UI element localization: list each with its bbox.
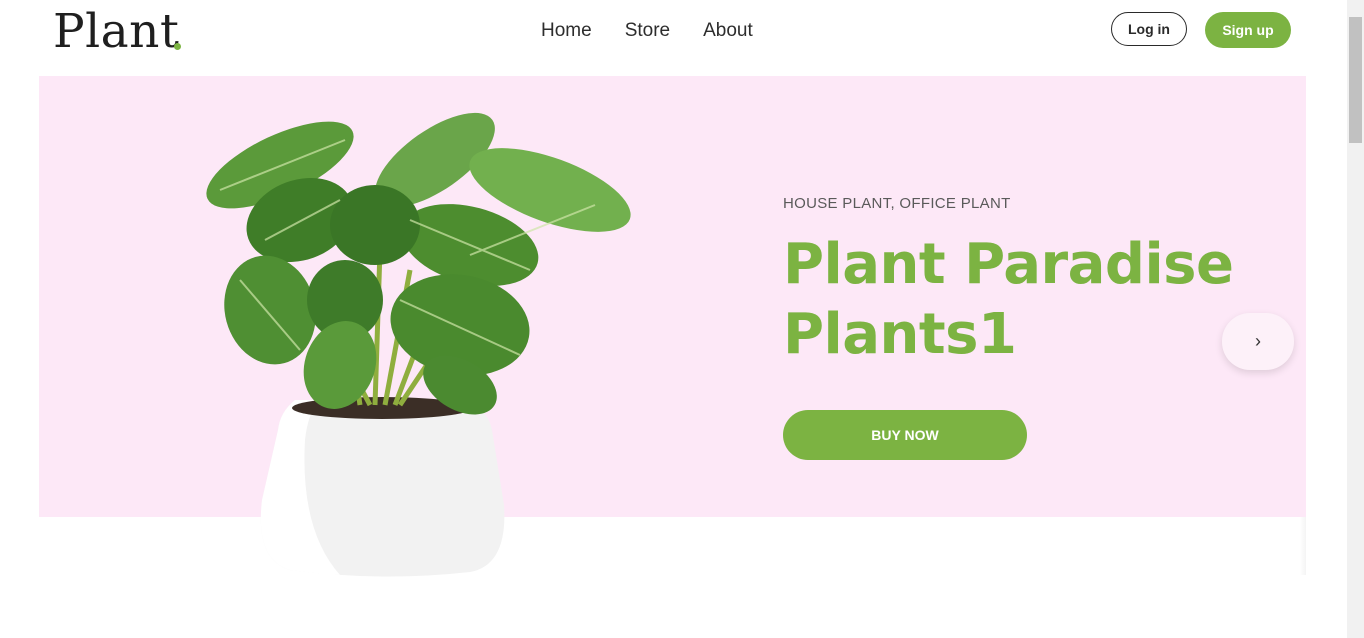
- plant-image: [206, 112, 631, 577]
- hero-subtitle: HOUSE PLANT, OFFICE PLANT: [783, 195, 1011, 212]
- nav-store[interactable]: Store: [625, 18, 670, 44]
- scrollbar-thumb[interactable]: [1349, 17, 1362, 143]
- nav-about[interactable]: About: [703, 18, 753, 44]
- carousel-next-button[interactable]: ›: [1222, 313, 1294, 370]
- nav-home[interactable]: Home: [541, 18, 592, 44]
- vertical-scrollbar[interactable]: [1347, 0, 1364, 638]
- hero-title: Plant Paradise Plants1: [783, 232, 1234, 367]
- signup-button[interactable]: Sign up: [1205, 12, 1291, 48]
- logo-dot: [174, 43, 181, 50]
- site-logo[interactable]: Plant: [53, 4, 179, 60]
- hero-shadow: [1300, 517, 1306, 575]
- buy-now-button[interactable]: BUY NOW: [783, 410, 1027, 460]
- chevron-right-icon: ›: [1255, 331, 1261, 351]
- main-nav: Home Store About: [541, 18, 753, 44]
- login-button[interactable]: Log in: [1111, 12, 1187, 46]
